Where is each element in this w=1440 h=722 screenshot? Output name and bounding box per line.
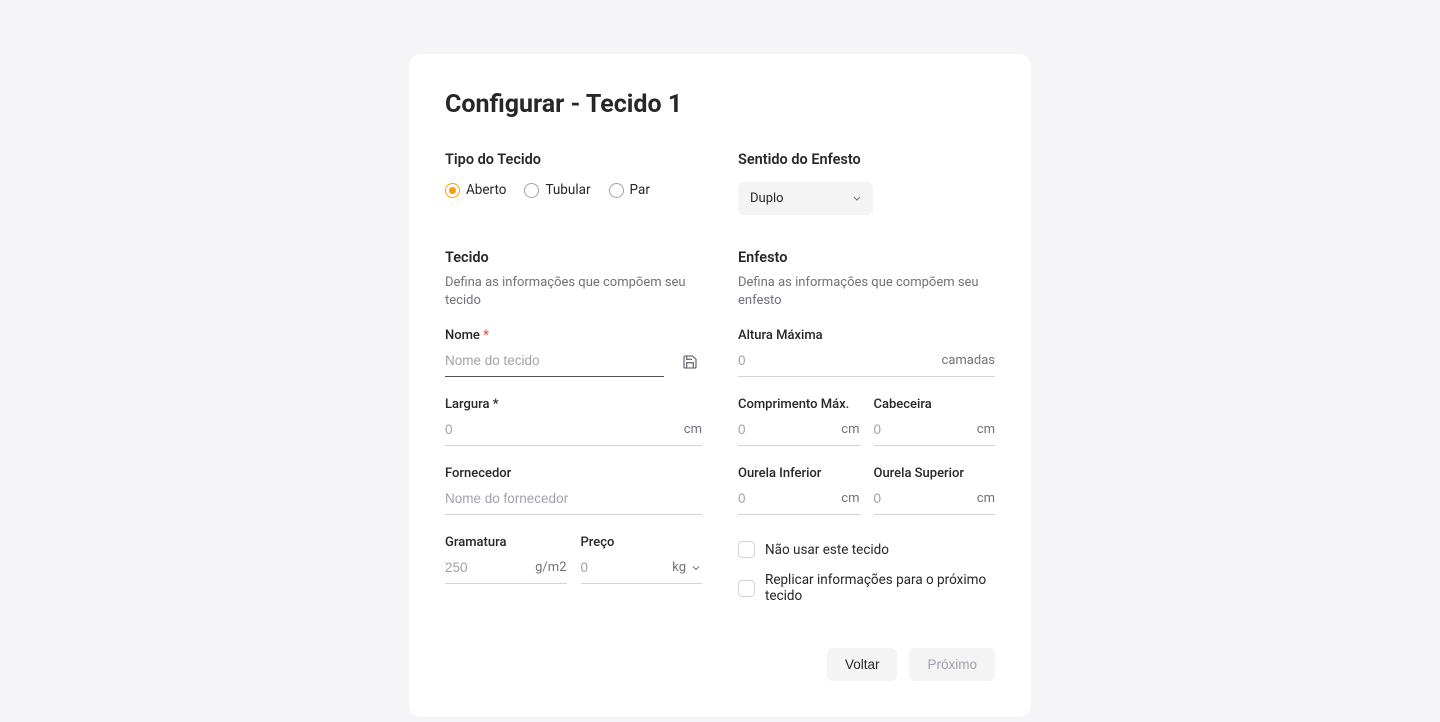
radio-indicator-icon — [445, 183, 460, 198]
largura-input[interactable] — [445, 418, 676, 441]
largura-unit: cm — [676, 422, 702, 437]
save-icon-button[interactable] — [678, 352, 702, 375]
radio-indicator-icon — [609, 183, 624, 198]
ourela-superior-label: Ourela Superior — [874, 466, 996, 481]
nao-usar-checkbox[interactable]: Não usar este tecido — [738, 541, 995, 558]
next-button[interactable]: Próximo — [909, 648, 995, 681]
tipo-tecido-heading: Tipo do Tecido — [445, 151, 702, 168]
radio-label: Par — [630, 182, 650, 198]
replicar-label: Replicar informações para o próximo teci… — [765, 572, 995, 604]
checkbox-icon — [738, 541, 755, 558]
radio-label: Tubular — [545, 182, 590, 198]
radio-indicator-icon — [524, 183, 539, 198]
fornecedor-label: Fornecedor — [445, 466, 702, 481]
cabeceira-input[interactable] — [874, 418, 969, 441]
config-card: Configurar - Tecido 1 Tipo do Tecido Abe… — [409, 54, 1031, 717]
nome-label: Nome * — [445, 328, 702, 343]
ourela-inferior-unit: cm — [833, 491, 859, 506]
altura-maxima-label: Altura Máxima — [738, 328, 995, 343]
preco-unit-select[interactable]: kg — [672, 560, 702, 575]
enfesto-heading: Enfesto — [738, 249, 995, 266]
radio-label: Aberto — [466, 182, 506, 198]
back-button[interactable]: Voltar — [827, 648, 898, 681]
ourela-superior-input[interactable] — [874, 487, 969, 510]
fornecedor-input[interactable] — [445, 487, 702, 510]
enfesto-desc: Defina as informações que compõem seu en… — [738, 274, 995, 310]
replicar-checkbox[interactable]: Replicar informações para o próximo teci… — [738, 572, 995, 604]
gramatura-input[interactable] — [445, 556, 527, 579]
cabeceira-unit: cm — [969, 422, 995, 437]
tecido-section: Tecido Defina as informações que compõem… — [445, 249, 702, 618]
checkbox-icon — [738, 580, 755, 597]
comprimento-max-label: Comprimento Máx. — [738, 397, 860, 412]
footer-actions: Voltar Próximo — [445, 648, 995, 681]
tecido-heading: Tecido — [445, 249, 702, 266]
gramatura-label: Gramatura — [445, 535, 567, 550]
sentido-enfesto-select[interactable]: Duplo — [738, 182, 873, 215]
comprimento-max-input[interactable] — [738, 418, 833, 441]
gramatura-unit: g/m2 — [527, 560, 566, 575]
radio-par[interactable]: Par — [609, 182, 650, 198]
ourela-superior-unit: cm — [969, 491, 995, 506]
tecido-desc: Defina as informações que compõem seu te… — [445, 274, 702, 310]
preco-input[interactable] — [581, 556, 673, 579]
largura-label: Largura * — [445, 397, 702, 412]
sentido-enfesto-section: Sentido do Enfesto Duplo — [738, 151, 995, 215]
radio-aberto[interactable]: Aberto — [445, 182, 506, 198]
save-icon — [682, 354, 698, 370]
page-title: Configurar - Tecido 1 — [445, 90, 995, 119]
ourela-inferior-label: Ourela Inferior — [738, 466, 860, 481]
radio-tubular[interactable]: Tubular — [524, 182, 590, 198]
tipo-tecido-radio-group: Aberto Tubular Par — [445, 182, 702, 198]
nome-input[interactable] — [445, 349, 664, 372]
sentido-enfesto-heading: Sentido do Enfesto — [738, 151, 995, 168]
nao-usar-label: Não usar este tecido — [765, 542, 889, 558]
preco-label: Preço — [581, 535, 703, 550]
altura-maxima-input[interactable] — [738, 349, 934, 372]
comprimento-max-unit: cm — [833, 422, 859, 437]
altura-maxima-unit: camadas — [934, 353, 995, 368]
tipo-tecido-section: Tipo do Tecido Aberto Tubular Par — [445, 151, 702, 215]
cabeceira-label: Cabeceira — [874, 397, 996, 412]
chevron-down-icon — [690, 562, 702, 574]
enfesto-section: Enfesto Defina as informações que compõe… — [738, 249, 995, 618]
ourela-inferior-input[interactable] — [738, 487, 833, 510]
